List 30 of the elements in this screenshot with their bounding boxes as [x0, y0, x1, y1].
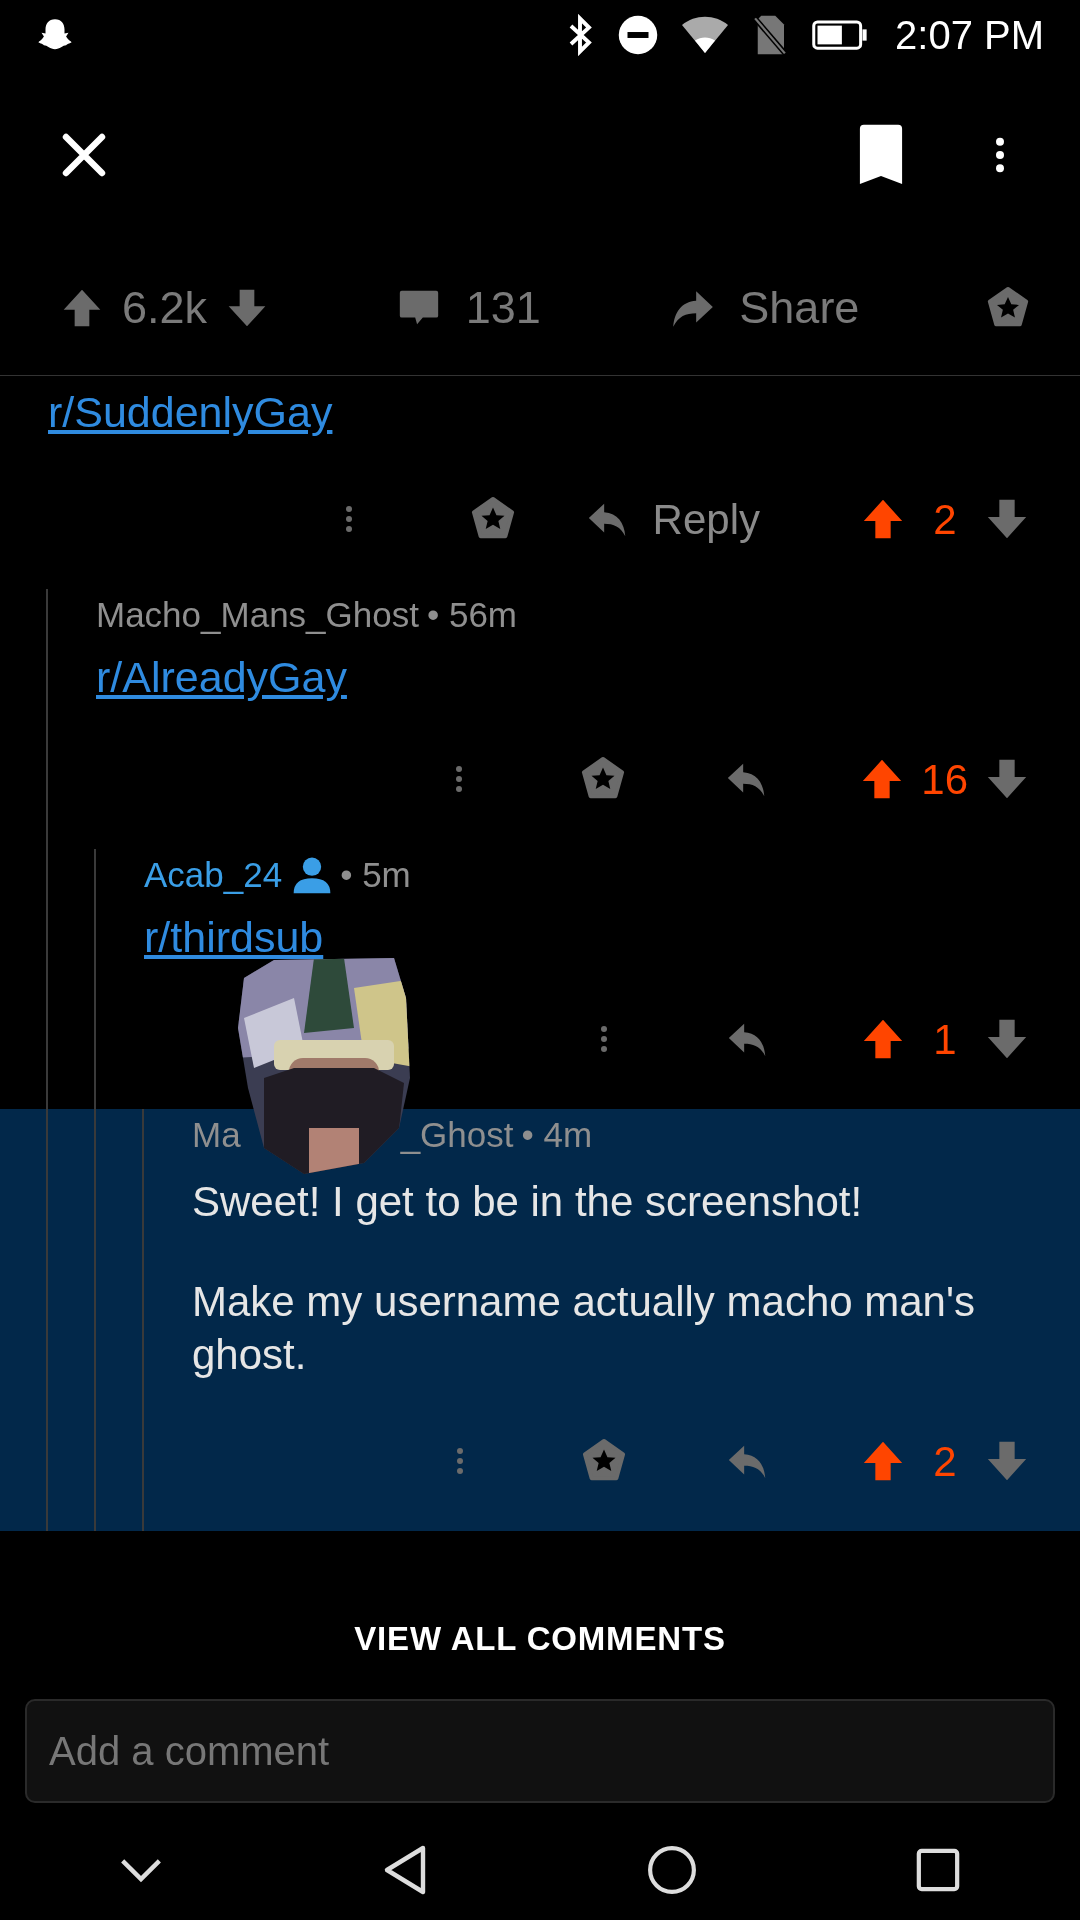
home-icon[interactable]: [647, 1845, 697, 1895]
subreddit-link[interactable]: r/SuddenlyGay: [48, 390, 333, 434]
comments-button[interactable]: 131: [395, 273, 541, 342]
username[interactable]: Acab_24: [144, 848, 283, 902]
comment-field[interactable]: Add a comment: [25, 1699, 1055, 1803]
username[interactable]: Macho_Mans_Ghost: [96, 588, 419, 642]
score: 2: [932, 1436, 958, 1487]
close-icon[interactable]: [60, 131, 108, 179]
username[interactable]: _Ghost: [400, 1108, 514, 1162]
comment-text: Sweet! I get to be in the screenshot!: [192, 1177, 864, 1227]
reply-button[interactable]: Reply: [564, 487, 780, 551]
do-not-disturb-icon: [617, 14, 660, 56]
clock-time: 2:07 PM: [895, 12, 1044, 59]
view-all-comments-button[interactable]: VIEW ALL COMMENTS: [0, 1609, 1080, 1669]
username[interactable]: Ma: [192, 1108, 241, 1162]
comment-text: Make my username actually macho man's ghost.: [192, 1277, 976, 1380]
recents-icon[interactable]: [915, 1847, 961, 1893]
person-icon: [292, 856, 333, 894]
timestamp: • 4m: [521, 1113, 593, 1156]
battery-icon: [811, 20, 870, 50]
timestamp: • 56m: [426, 593, 518, 636]
wifi-icon: [681, 15, 730, 55]
subreddit-link[interactable]: r/AlreadyGay: [96, 655, 347, 699]
score: 2: [932, 494, 958, 545]
timestamp: • 5m: [340, 853, 411, 896]
score: 6.2k: [122, 280, 208, 335]
share-button[interactable]: Share: [667, 273, 860, 342]
score: 1: [932, 1014, 958, 1065]
subreddit-link[interactable]: r/thirdsub: [144, 915, 324, 959]
score: 16: [921, 754, 968, 805]
